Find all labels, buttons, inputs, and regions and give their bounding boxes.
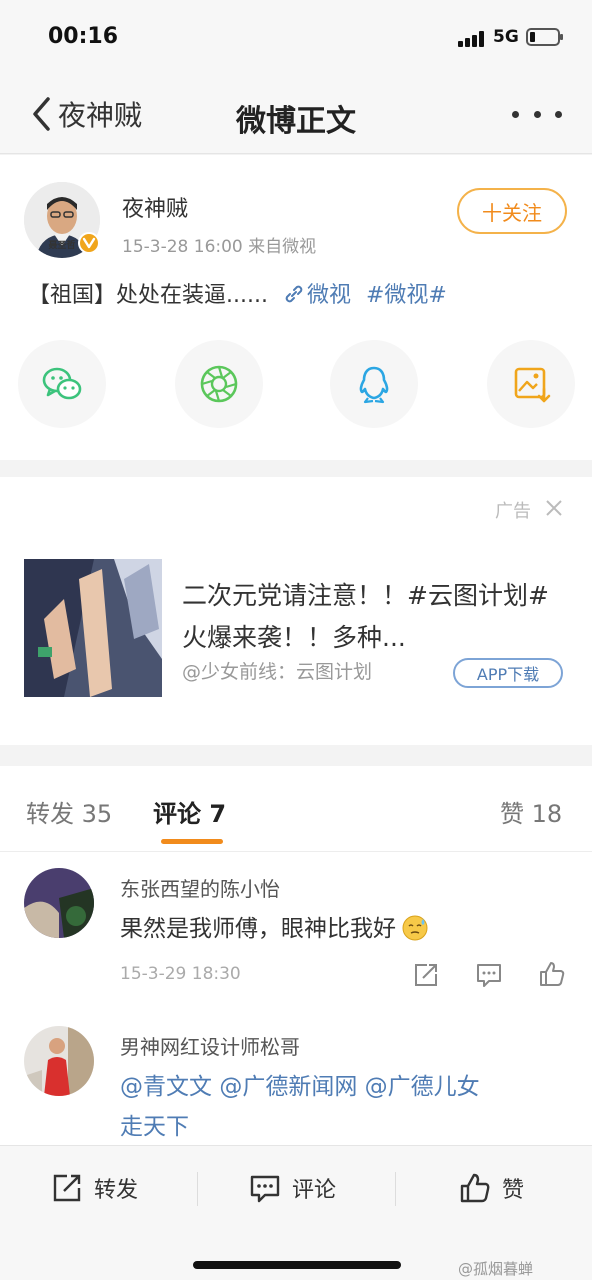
ad-label: 广告 xyxy=(495,501,531,522)
comment-time: 15-3-29 18:30 xyxy=(120,964,241,984)
mention-link[interactable]: @青文文 xyxy=(120,1074,212,1100)
watermark: @孤烟暮蝉 xyxy=(458,1260,534,1278)
back-button[interactable]: 夜神贼 xyxy=(30,94,142,134)
battery-icon xyxy=(526,28,563,46)
divider xyxy=(0,851,592,852)
divider xyxy=(197,1172,198,1206)
post-body: 【祖国】处处在装逼...... xyxy=(28,283,268,308)
qq-icon xyxy=(359,366,389,404)
divider xyxy=(395,1172,396,1206)
repost-icon xyxy=(53,1174,81,1202)
comment-author[interactable]: 东张西望的陈小怡 xyxy=(120,873,280,902)
chevron-left-icon xyxy=(33,97,50,131)
post-text: 【祖国】处处在装逼...... 微视 #微视# xyxy=(28,277,447,309)
comment-icon[interactable] xyxy=(474,960,504,990)
network-type: 5G xyxy=(493,27,519,47)
app-download-button[interactable]: APP下载 xyxy=(453,658,563,688)
comment-label: 评论 xyxy=(292,1178,337,1203)
tab-likes[interactable]: 赞 18 xyxy=(500,794,562,829)
repost-button[interactable]: 转发 xyxy=(50,1168,138,1208)
bottom-toolbar: 转发 评论 赞 @孤烟暮蝉 xyxy=(0,1145,592,1280)
comments-section: 转发 35 评论 7 赞 18 东张西望的陈小怡 果然是我师傅，眼神比我好 15… xyxy=(0,766,592,1146)
comment-icon xyxy=(250,1175,280,1203)
mention-link[interactable]: @广德儿女 xyxy=(365,1074,480,1100)
thumbs-up-icon xyxy=(460,1173,490,1203)
post-link[interactable]: 微视 xyxy=(307,283,351,308)
ad-thumbnail[interactable] xyxy=(24,559,162,697)
author-name[interactable]: 夜神贼 xyxy=(122,191,188,223)
mention-link[interactable]: @广德新闻网 xyxy=(219,1074,357,1100)
status-bar: 00:16 5G xyxy=(0,0,592,78)
share-moments-button[interactable] xyxy=(175,340,263,428)
more-dots-icon xyxy=(512,110,519,118)
link-icon xyxy=(285,285,303,303)
nav-bar: 夜神贼 微博正文 xyxy=(0,78,592,154)
comment-author[interactable]: 男神网红设计师松哥 xyxy=(120,1031,300,1060)
comment-body[interactable]: 走天下 xyxy=(120,1114,189,1140)
more-button[interactable] xyxy=(512,102,562,126)
active-tab-indicator xyxy=(161,839,223,844)
repost-icon[interactable] xyxy=(411,960,441,990)
comment-text: @青文文 @广德新闻网 @广德儿女 走天下 xyxy=(120,1067,570,1147)
post-topic-tag[interactable]: #微视# xyxy=(366,283,447,308)
comment-body: 果然是我师傅，眼神比我好 xyxy=(120,916,396,942)
share-wechat-button[interactable] xyxy=(18,340,106,428)
like-icon[interactable] xyxy=(537,959,567,989)
ad-card[interactable]: 广告 二次元党请注意！！#云图计划#火爆来袭！！多种... @少女前线：云图计划… xyxy=(0,477,592,745)
verified-badge-icon xyxy=(78,232,100,254)
moments-icon xyxy=(200,365,238,403)
status-time: 00:16 xyxy=(48,24,119,49)
comment-avatar[interactable] xyxy=(24,1026,94,1096)
back-label: 夜神贼 xyxy=(58,99,143,132)
close-icon[interactable] xyxy=(545,499,563,517)
signal-icon xyxy=(458,31,486,47)
follow-button[interactable]: 十关注 xyxy=(457,188,567,234)
ad-title[interactable]: 二次元党请注意！！#云图计划#火爆来袭！！多种... xyxy=(182,575,562,659)
comment-button[interactable]: 评论 xyxy=(248,1168,336,1208)
comment-avatar[interactable] xyxy=(24,868,94,938)
sweat-emoji-icon xyxy=(402,915,428,941)
share-qq-button[interactable] xyxy=(330,340,418,428)
like-button[interactable]: 赞 xyxy=(458,1168,524,1208)
tab-repost[interactable]: 转发 35 xyxy=(26,794,112,829)
wechat-icon xyxy=(42,367,82,400)
post-card: 聂圣哲 夜神贼 15-3-28 16:00 来自微视 十关注 【祖国】处处在装逼… xyxy=(0,155,592,460)
tab-comment[interactable]: 评论 7 xyxy=(153,794,226,829)
post-meta: 15-3-28 16:00 来自微视 xyxy=(122,237,317,257)
share-row xyxy=(0,340,592,430)
repost-label: 转发 xyxy=(94,1178,139,1203)
save-image-icon xyxy=(514,367,551,403)
ad-source[interactable]: @少女前线：云图计划 xyxy=(182,657,372,684)
save-image-button[interactable] xyxy=(487,340,575,428)
like-label: 赞 xyxy=(502,1178,525,1203)
comment-text: 果然是我师傅，眼神比我好 xyxy=(120,909,430,949)
home-indicator[interactable] xyxy=(193,1261,401,1269)
